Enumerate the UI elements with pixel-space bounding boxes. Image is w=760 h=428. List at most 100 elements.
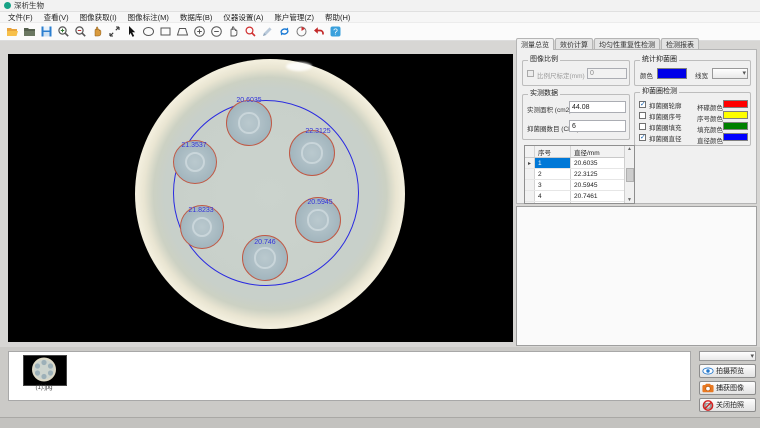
stat-linewidth-label: 线宽 [695, 70, 708, 80]
group-image-scale: 图像比例 比例尺标定(mm) 0 [522, 60, 630, 86]
group-title: 抑菌圈检测 [640, 88, 679, 96]
scale-value-input[interactable]: 0 [587, 68, 627, 79]
help-icon[interactable]: ? [328, 25, 342, 39]
pan-icon[interactable] [226, 25, 240, 39]
scroll-down-icon[interactable]: ▼ [627, 197, 632, 203]
title-bar[interactable]: 深析生物 [0, 0, 760, 12]
cell-index[interactable]: 3 [535, 180, 571, 190]
inhibition-zone-1[interactable] [226, 100, 272, 146]
menu-account[interactable]: 账户管理(Z) [274, 12, 314, 23]
bottom-strip: (1).jpg 拍摄预览 捕获图像 关闭拍照 [0, 347, 760, 427]
detection-row: 抑菌圈直径 [639, 133, 682, 142]
hand-icon[interactable] [90, 25, 104, 39]
app-logo-icon [4, 2, 11, 9]
rect-tool-icon[interactable] [158, 25, 172, 39]
diameter-table[interactable]: 序号 直径/mm 120.6035 222.3125 320.5945 420.… [524, 145, 635, 204]
cell-index[interactable]: 4 [535, 191, 571, 201]
image-canvas[interactable]: 20.6035 22.3125 21.3537 20.5945 21.8233 … [8, 54, 513, 342]
table-row[interactable]: 320.5945 [525, 180, 634, 191]
polygon-tool-icon[interactable] [175, 25, 189, 39]
cell-diameter[interactable]: 21.8233 [571, 202, 621, 204]
col-header-index[interactable]: 序号 [535, 146, 571, 157]
stat-color-swatch[interactable] [657, 68, 687, 79]
remove-region-icon[interactable] [209, 25, 223, 39]
zone-diameter-label: 20.5945 [297, 199, 343, 206]
svg-text:?: ? [333, 27, 338, 37]
cursor-icon[interactable] [124, 25, 138, 39]
scroll-up-icon[interactable]: ▲ [627, 146, 632, 152]
cell-index[interactable]: 5 [535, 202, 571, 204]
cell-diameter[interactable]: 20.6035 [571, 158, 621, 168]
cell-index[interactable]: 1 [535, 158, 571, 168]
color-label: 填充颜色 [697, 124, 723, 134]
fill-color-swatch[interactable] [723, 122, 748, 130]
camera-off-icon [702, 400, 714, 411]
zone-outline-checkbox[interactable] [639, 101, 646, 108]
ellipse-tool-icon[interactable] [141, 25, 155, 39]
menu-view[interactable]: 查看(V) [44, 12, 69, 23]
open-folder-icon[interactable] [5, 25, 19, 39]
checkbox-label: 抑菌圈填充 [649, 122, 682, 132]
table-row[interactable]: 521.8233 [525, 202, 634, 204]
capture-preview-button[interactable]: 拍摄预览 [699, 364, 756, 378]
area-value-input[interactable]: 44.08 [569, 101, 626, 113]
cell-index[interactable]: 2 [535, 169, 571, 179]
scroll-thumb[interactable] [626, 168, 634, 182]
stat-linewidth-select[interactable] [712, 68, 748, 79]
auto-detect-icon[interactable] [243, 25, 257, 39]
menu-file[interactable]: 文件(F) [8, 12, 33, 23]
number-color-swatch[interactable] [723, 111, 748, 119]
image-thumbnail[interactable] [23, 355, 67, 386]
menu-image-annotate[interactable]: 图像标注(M) [128, 12, 169, 23]
add-region-icon[interactable] [192, 25, 206, 39]
cell-diameter[interactable]: 20.5945 [571, 180, 621, 190]
zone-diameter-checkbox[interactable] [639, 134, 646, 141]
row-marker-header [525, 146, 535, 157]
table-row[interactable]: 120.6035 [525, 158, 634, 169]
group-measured-data: 实测数据 实测面积 (cm2) 44.08 抑菌圈数目 (CFU) 6 [522, 94, 630, 140]
color-label: 直径颜色 [697, 135, 723, 145]
status-bar [0, 417, 760, 428]
menu-bar: 文件(F) 查看(V) 图像获取(I) 图像标注(M) 数据库(B) 仪器设置(… [0, 12, 760, 23]
camera-select[interactable] [699, 351, 756, 361]
table-header: 序号 直径/mm [525, 146, 634, 158]
button-label: 关闭拍照 [716, 400, 744, 410]
menu-database[interactable]: 数据库(B) [180, 12, 213, 23]
zone-diameter-label: 21.3537 [171, 142, 217, 149]
refresh-icon[interactable] [277, 25, 291, 39]
inhibition-zone-2[interactable] [289, 130, 335, 176]
diameter-color-swatch[interactable] [723, 133, 748, 141]
col-header-diameter[interactable]: 直径/mm [571, 146, 621, 157]
folder-icon[interactable] [22, 25, 36, 39]
menu-help[interactable]: 帮助(H) [325, 12, 350, 23]
rotate-icon[interactable] [294, 25, 308, 39]
count-value-input[interactable]: 6 [569, 120, 626, 132]
zoom-in-icon[interactable] [56, 25, 70, 39]
group-stat-circle: 统计抑菌圈 颜色 线宽 [634, 60, 751, 86]
cell-diameter[interactable]: 20.7461 [571, 191, 621, 201]
window-title: 深析生物 [14, 0, 44, 11]
capture-image-button[interactable]: 捕获图像 [699, 381, 756, 395]
cell-diameter[interactable]: 22.3125 [571, 169, 621, 179]
undo-icon[interactable] [311, 25, 325, 39]
zone-diameter-label: 21.8233 [178, 207, 224, 214]
menu-instrument-settings[interactable]: 仪器设置(A) [223, 12, 263, 23]
camera-icon [702, 383, 714, 393]
checkbox-label: 抑菌圈轮廓 [649, 100, 682, 110]
menu-image-acquire[interactable]: 图像获取(I) [80, 12, 117, 23]
fit-window-icon[interactable] [107, 25, 121, 39]
zone-number-checkbox[interactable] [639, 112, 646, 119]
zone-fill-checkbox[interactable] [639, 123, 646, 130]
save-icon[interactable] [39, 25, 53, 39]
tab-measure-overview[interactable]: 测量总览 [516, 38, 554, 50]
cup-color-swatch[interactable] [723, 100, 748, 108]
scale-checkbox[interactable] [527, 70, 534, 77]
zone-diameter-label: 20.746 [242, 239, 288, 246]
table-row[interactable]: 222.3125 [525, 169, 634, 180]
zoom-out-icon[interactable] [73, 25, 87, 39]
close-capture-button[interactable]: 关闭拍照 [699, 398, 756, 412]
color-label: 序号颜色 [697, 113, 723, 123]
edit-icon[interactable] [260, 25, 274, 39]
table-row[interactable]: 420.7461 [525, 191, 634, 202]
table-scrollbar[interactable]: ▲▼ [624, 146, 634, 203]
